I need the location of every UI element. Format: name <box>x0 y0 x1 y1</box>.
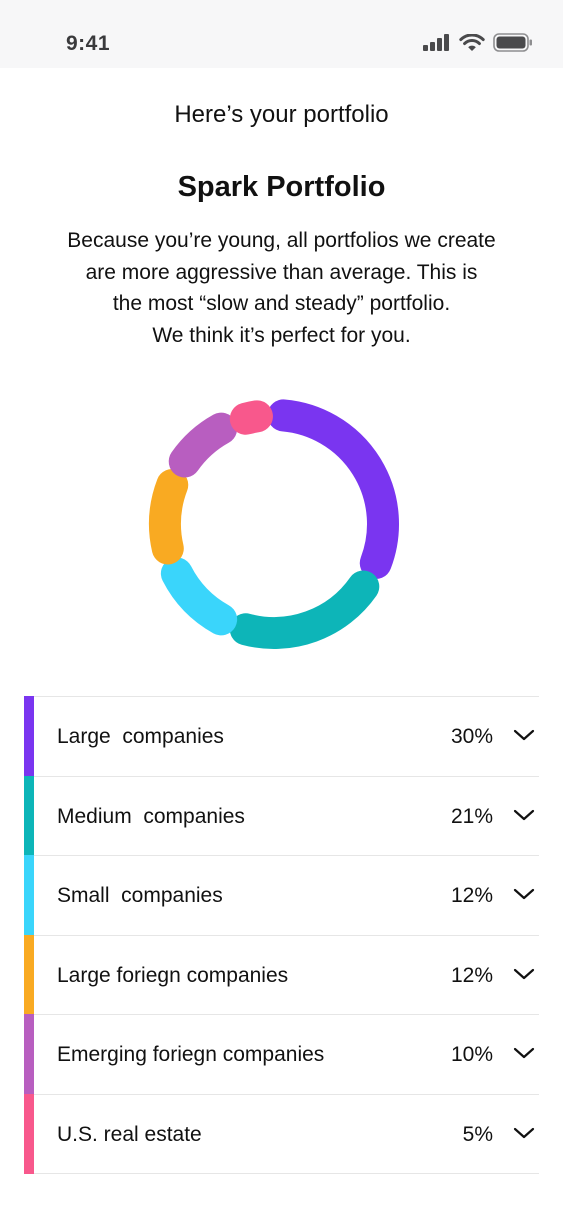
allocation-color-bar <box>24 934 34 1015</box>
donut-segment <box>160 557 238 636</box>
allocation-label: Large companies <box>57 725 224 748</box>
chevron-down-icon[interactable] <box>513 1125 535 1141</box>
allocation-color-bar <box>24 1093 34 1174</box>
portfolio-name: Spark Portfolio <box>177 171 386 203</box>
allocation-label: Large foriegn companies <box>57 963 289 987</box>
allocation-label: Small companies <box>57 884 223 907</box>
chevron-down-icon[interactable] <box>513 966 535 982</box>
status-icons <box>423 33 533 52</box>
chevron-down-icon[interactable] <box>513 1045 535 1061</box>
description-line: are more aggressive than average. This i… <box>85 260 478 284</box>
donut-segment <box>168 412 238 478</box>
allocation-row[interactable]: Large companies 30% <box>24 696 539 777</box>
donut-segment <box>229 570 380 649</box>
page-header-title: Here’s your portfolio <box>174 101 389 128</box>
allocation-percent: 30% <box>450 725 493 748</box>
allocation-row[interactable]: Large foriegn companies 12% <box>24 934 539 1015</box>
allocation-label: Emerging foriegn companies <box>57 1043 325 1066</box>
chevron-down-icon[interactable] <box>513 807 535 823</box>
description-line: We think it’s perfect for you. <box>152 323 411 347</box>
allocation-color-bar <box>24 855 34 936</box>
allocation-label: U.S. real estate <box>57 1122 202 1146</box>
allocation-row[interactable]: Small companies 12% <box>24 855 539 936</box>
donut-segment <box>267 399 399 580</box>
signal-icon <box>423 34 449 51</box>
portfolio-description: Because you’re young, all portfolios we … <box>20 225 543 351</box>
description-line: Because you’re young, all portfolios we … <box>67 229 496 252</box>
donut-segment <box>149 468 189 565</box>
allocation-percent: 12% <box>450 963 493 987</box>
allocation-percent: 12% <box>450 884 493 907</box>
allocation-label: Medium companies <box>57 804 245 828</box>
status-time: 9:41 <box>66 32 111 55</box>
allocation-color-bar <box>24 1014 34 1095</box>
allocation-donut-chart <box>145 395 403 653</box>
allocation-percent: 21% <box>450 804 493 828</box>
allocation-row[interactable]: U.S. real estate 5% <box>24 1093 539 1174</box>
battery-icon <box>493 33 532 52</box>
allocation-color-bar <box>24 775 34 856</box>
allocation-list: Large companies 30% Medium companies 21%… <box>24 696 539 1174</box>
description-line: the most “slow and steady” portfolio. <box>112 292 451 315</box>
status-bar: 9:41 <box>0 0 563 68</box>
allocation-percent: 5% <box>462 1122 493 1146</box>
allocation-row[interactable]: Medium companies 21% <box>24 775 539 856</box>
allocation-percent: 10% <box>450 1043 493 1066</box>
donut-segment <box>229 400 273 435</box>
allocation-color-bar <box>24 696 34 777</box>
chevron-down-icon[interactable] <box>513 727 535 743</box>
chevron-down-icon[interactable] <box>513 886 535 902</box>
allocation-row[interactable]: Emerging foriegn companies 10% <box>24 1014 539 1095</box>
wifi-icon <box>459 33 485 51</box>
